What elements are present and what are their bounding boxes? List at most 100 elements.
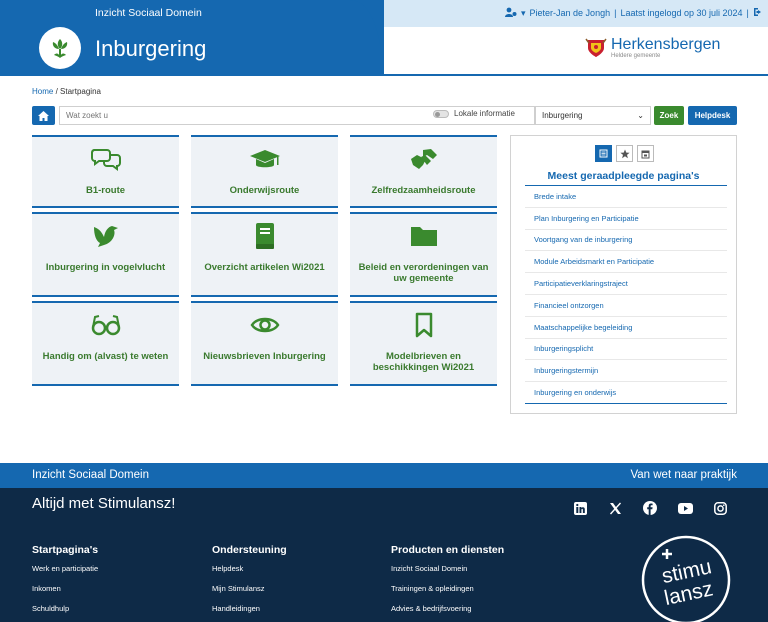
chat-icon [90, 145, 121, 173]
footer-bar: Inzicht Sociaal Domein Van wet naar prak… [0, 463, 768, 488]
header-divider [0, 74, 768, 76]
municipality-name: Herkensbergen [611, 36, 721, 53]
social-links [572, 500, 728, 516]
helpdesk-button[interactable]: Helpdesk [688, 106, 737, 125]
separator: | [746, 8, 749, 18]
tile-nieuwsbrieven[interactable]: Nieuwsbrieven Inburgering [191, 301, 338, 386]
book-icon [254, 222, 276, 250]
graduation-cap-icon [249, 145, 281, 173]
list-item[interactable]: Inburgering en onderwijs [525, 382, 727, 404]
municipality-tagline: Heldere gemeente [611, 53, 661, 59]
tile-label: Inburgering in vogelvlucht [45, 262, 166, 273]
breadcrumb-home[interactable]: Home [32, 87, 53, 96]
search-button[interactable]: Zoek [654, 106, 684, 125]
tile-inburgering-vogelvlucht[interactable]: Inburgering in vogelvlucht [32, 212, 179, 297]
list-item[interactable]: Plan Inburgering en Participatie [525, 208, 727, 230]
tulip-logo-icon[interactable] [39, 27, 81, 69]
user-name[interactable]: Pieter-Jan de Jongh [530, 8, 611, 18]
footer-link[interactable]: Werk en participatie [32, 564, 98, 584]
header-curve [330, 0, 384, 75]
user-settings-icon[interactable] [505, 7, 517, 19]
tile-b1-route[interactable]: B1-route [32, 135, 179, 208]
list-item[interactable]: Participatieverklaringstraject [525, 273, 727, 295]
tile-zelfredzaamheidsroute[interactable]: Zelfredzaamheidsroute [350, 135, 497, 208]
calendar-icon [641, 150, 650, 158]
footer-link[interactable]: Inzicht Sociaal Domein [391, 564, 504, 584]
folder-icon [410, 222, 438, 250]
star-icon [619, 149, 630, 158]
linkedin-icon[interactable] [572, 500, 588, 516]
municipality-logo[interactable]: Herkensbergen Heldere gemeente [585, 37, 720, 59]
footer-link[interactable]: Advies & bedrijfsvoering [391, 604, 504, 622]
footer-link[interactable]: Helpdesk [212, 564, 287, 584]
tab-most-visited[interactable] [595, 145, 612, 162]
tile-modelbrieven[interactable]: Modelbrieven en beschikkingen Wi2021 [350, 301, 497, 386]
tile-label: Nieuwsbrieven Inburgering [203, 351, 326, 362]
footer-link[interactable]: Schuldhulp [32, 604, 98, 622]
footer-link[interactable]: Mijn Stimulansz [212, 584, 287, 604]
separator: | [614, 8, 617, 18]
domain-select[interactable]: Inburgering ⌄ [535, 106, 651, 125]
chevron-down-icon[interactable]: ▾ [521, 8, 526, 19]
instagram-icon[interactable] [712, 500, 728, 516]
tile-label: Zelfredzaamheidsroute [371, 185, 476, 196]
footer-column-startpaginas: Startpagina's Werk en participatie Inkom… [32, 544, 98, 622]
facebook-icon[interactable] [642, 500, 658, 516]
list-item[interactable]: Module Arbeidsmarkt en Participatie [525, 251, 727, 274]
footer-column-title: Startpagina's [32, 544, 99, 556]
footer-tagline: Altijd met Stimulansz! [32, 495, 176, 512]
eye-icon [250, 311, 280, 339]
local-info-toggle[interactable] [433, 109, 449, 118]
list-item[interactable]: Financieel ontzorgen [525, 295, 727, 317]
chevron-down-icon: ⌄ [637, 111, 644, 120]
most-visited-list: Brede intake Plan Inburgering en Partici… [525, 186, 727, 404]
youtube-icon[interactable] [677, 500, 693, 516]
panel-title: Meest geraadpleegde pagina's [547, 170, 700, 182]
x-icon[interactable] [607, 500, 623, 516]
breadcrumb-current: Startpagina [60, 87, 101, 96]
logout-icon[interactable] [753, 7, 763, 19]
domain-select-value: Inburgering [542, 111, 583, 120]
list-item[interactable]: Inburgeringsplicht [525, 339, 727, 361]
dove-icon [92, 222, 120, 250]
tile-label: B1-route [85, 185, 126, 196]
most-visited-panel: Meest geraadpleegde pagina's Brede intak… [510, 135, 737, 414]
tab-recent[interactable] [637, 145, 654, 162]
footer-link[interactable]: Handleidingen [212, 604, 287, 622]
tile-label: Handig om (alvast) te weten [42, 351, 169, 362]
local-info-label: Lokale informatie [454, 109, 515, 118]
list-item[interactable]: Maatschappelijke begeleiding [525, 317, 727, 339]
footer-link[interactable]: Inkomen [32, 584, 98, 604]
user-info: ▾ Pieter-Jan de Jongh | Laatst ingelogd … [505, 7, 763, 19]
tile-handig-om-te-weten[interactable]: Handig om (alvast) te weten [32, 301, 179, 386]
header: Inzicht Sociaal Domein Inburgering ▾ Pie… [0, 0, 768, 76]
bookmark-icon [414, 311, 434, 339]
footer-link[interactable]: Trainingen & opleidingen [391, 584, 504, 604]
tile-onderwijsroute[interactable]: Onderwijsroute [191, 135, 338, 208]
footer-main: Altijd met Stimulansz! Startpagina's Wer… [0, 488, 768, 622]
breadcrumb-separator: / [55, 87, 58, 96]
glasses-icon [91, 311, 121, 339]
tile-beleid-verordeningen[interactable]: Beleid en verordeningen van uw gemeente [350, 212, 497, 297]
list-item[interactable]: Inburgeringstermijn [525, 360, 727, 383]
tile-label: Onderwijsroute [229, 185, 300, 196]
footer-column-ondersteuning: Ondersteuning Helpdesk Mijn Stimulansz H… [212, 544, 287, 622]
tile-label: Overzicht artikelen Wi2021 [204, 262, 325, 273]
last-login: Laatst ingelogd op 30 juli 2024 [620, 8, 743, 18]
list-icon [599, 149, 608, 158]
coat-of-arms-icon [585, 38, 607, 57]
footer-column-title: Producten en diensten [391, 544, 505, 556]
list-item[interactable]: Voortgang van de inburgering [525, 230, 727, 252]
home-button[interactable] [32, 106, 55, 125]
list-item[interactable]: Brede intake [525, 186, 727, 208]
footer-product-name: Inzicht Sociaal Domein [32, 469, 149, 481]
tile-label: Modelbrieven en beschikkingen Wi2021 [372, 351, 475, 373]
tile-overzicht-artikelen[interactable]: Overzicht artikelen Wi2021 [191, 212, 338, 297]
footer-slogan: Van wet naar praktijk [630, 469, 737, 481]
stimulansz-logo[interactable]: stimu lansz [641, 535, 731, 622]
app-title: Inburgering [95, 36, 207, 61]
tab-favorites[interactable] [616, 145, 633, 162]
footer-column-producten: Producten en diensten Inzicht Sociaal Do… [391, 544, 504, 622]
home-icon [38, 110, 49, 121]
panel-tabs [595, 145, 654, 162]
